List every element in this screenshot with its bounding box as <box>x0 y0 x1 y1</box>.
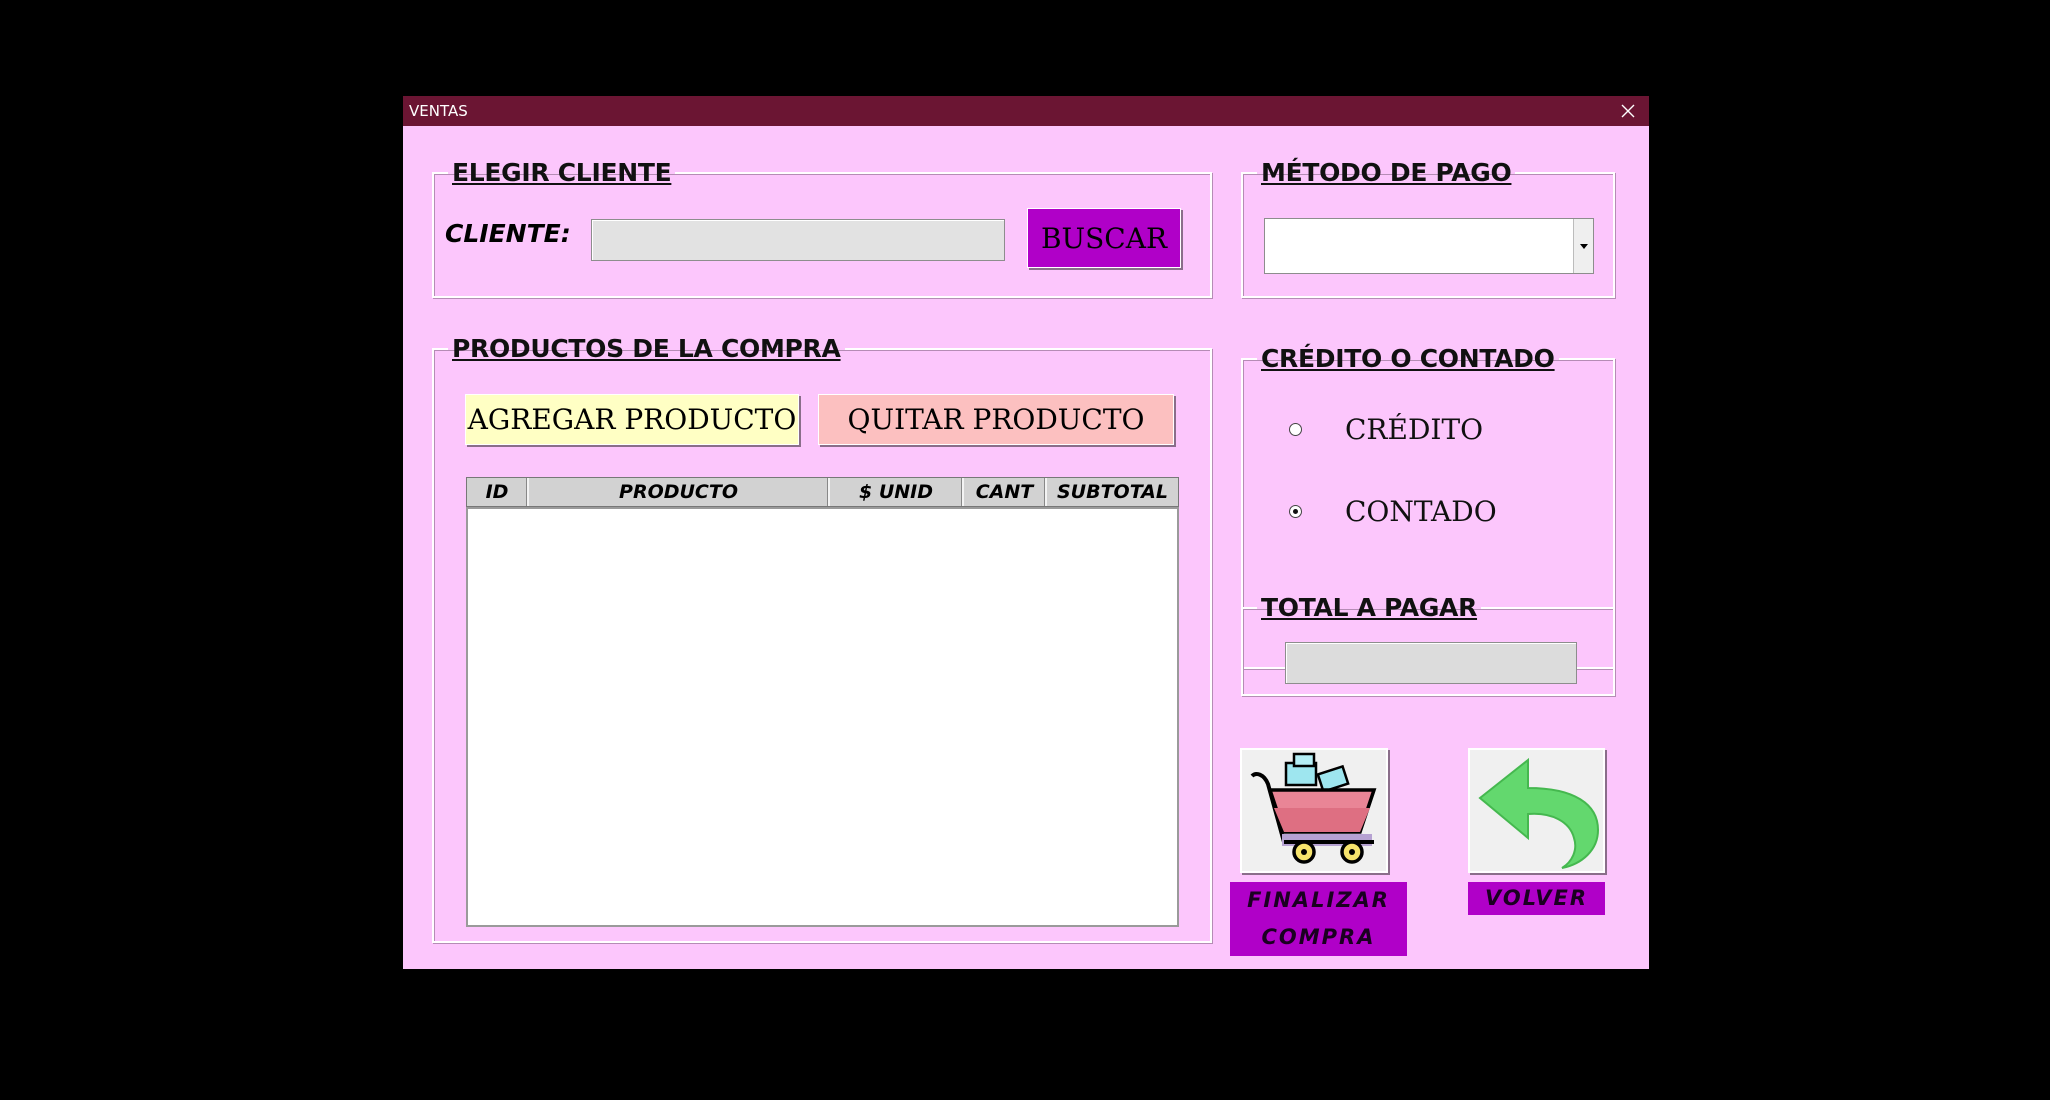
radio-contado[interactable]: CONTADO <box>1289 495 1497 528</box>
cliente-input[interactable] <box>591 219 1005 261</box>
productos-grid-header: ID PRODUCTO $ UNID CANT SUBTOTAL <box>466 477 1179 507</box>
col-id[interactable]: ID <box>467 478 529 506</box>
col-producto[interactable]: PRODUCTO <box>529 478 830 506</box>
quitar-producto-button[interactable]: QUITAR PRODUCTO <box>818 394 1174 445</box>
window-title: VENTAS <box>409 102 468 120</box>
cliente-label: CLIENTE: <box>445 219 571 248</box>
total-pagar-input[interactable] <box>1285 642 1577 684</box>
finalizar-line1: FINALIZAR <box>1247 888 1390 912</box>
elegir-cliente-legend: ELEGIR CLIENTE <box>452 158 672 187</box>
radio-credito-circle[interactable] <box>1289 423 1302 436</box>
radio-contado-label: CONTADO <box>1345 495 1497 528</box>
title-bar: VENTAS <box>403 96 1649 126</box>
radio-credito-label: CRÉDITO <box>1345 413 1484 446</box>
finalizar-line2: COMPRA <box>1261 925 1376 949</box>
radio-selected-dot <box>1293 509 1298 514</box>
back-arrow-icon <box>1478 757 1600 869</box>
volver-icon-button[interactable] <box>1468 748 1605 873</box>
radio-contado-circle[interactable] <box>1289 505 1302 518</box>
buscar-button[interactable]: BUSCAR <box>1027 208 1181 268</box>
close-icon[interactable] <box>1613 96 1643 126</box>
total-pagar-legend: TOTAL A PAGAR <box>1261 593 1478 622</box>
volver-button[interactable]: VOLVER <box>1468 882 1605 915</box>
col-subtotal[interactable]: SUBTOTAL <box>1047 478 1178 506</box>
shopping-cart-icon <box>1250 752 1377 864</box>
agregar-producto-button[interactable]: AGREGAR PRODUCTO <box>465 394 799 445</box>
finalizar-compra-button[interactable]: FINALIZAR COMPRA <box>1230 882 1407 956</box>
finalizar-compra-icon-button[interactable] <box>1240 748 1388 873</box>
credito-contado-legend: CRÉDITO O CONTADO <box>1261 344 1555 373</box>
productos-grid-body[interactable] <box>466 507 1179 927</box>
metodo-pago-select[interactable] <box>1264 218 1594 274</box>
col-unid[interactable]: $ UNID <box>830 478 964 506</box>
chevron-down-icon[interactable] <box>1573 219 1593 273</box>
radio-credito[interactable]: CRÉDITO <box>1289 413 1483 446</box>
metodo-pago-legend: MÉTODO DE PAGO <box>1261 158 1512 187</box>
productos-legend: PRODUCTOS DE LA COMPRA <box>452 334 841 363</box>
col-cant[interactable]: CANT <box>964 478 1047 506</box>
